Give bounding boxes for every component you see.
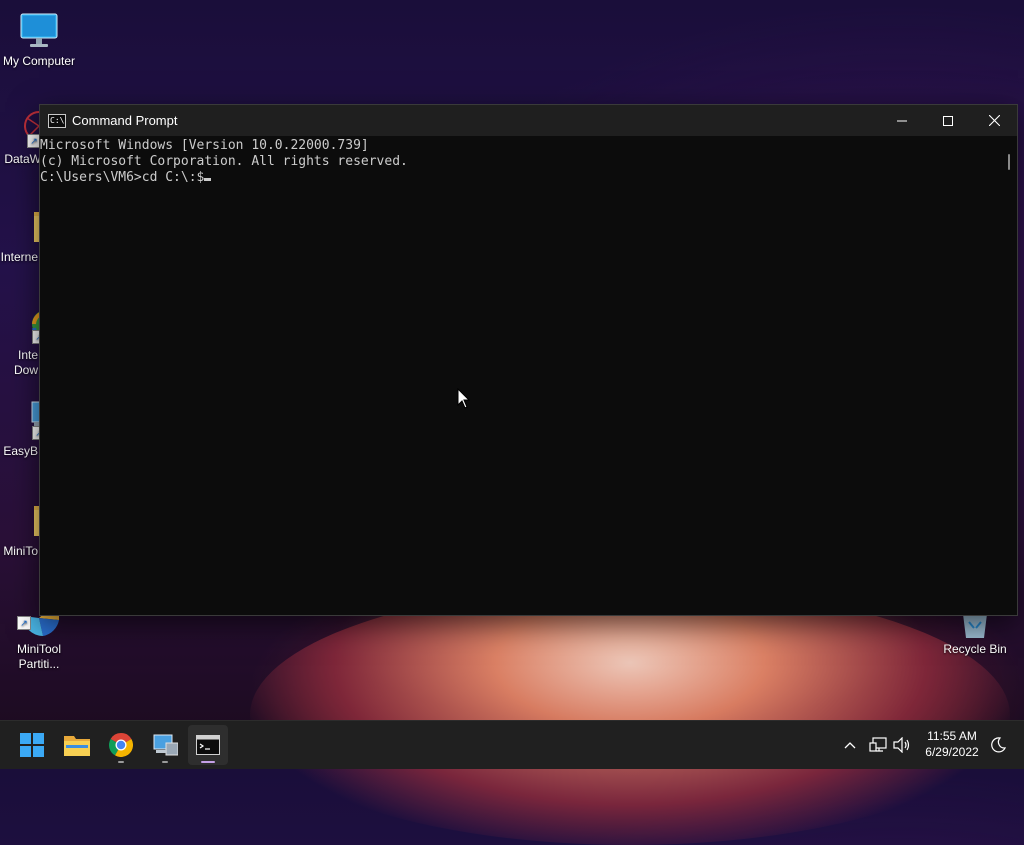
windows-logo-icon bbox=[20, 733, 44, 757]
close-button[interactable] bbox=[971, 105, 1017, 136]
taskbar: 11:55 AM 6/29/2022 bbox=[0, 720, 1024, 769]
console-prompt-line: C:\Users\VM6>cd C:\:$ bbox=[40, 170, 1001, 186]
folder-icon bbox=[64, 736, 90, 756]
clock-time: 11:55 AM bbox=[927, 729, 977, 743]
shortcut-arrow-icon: ↗ bbox=[17, 616, 31, 630]
clock-date: 6/29/2022 bbox=[925, 745, 979, 759]
wallpaper-glow bbox=[250, 585, 1010, 845]
text-caret bbox=[204, 178, 212, 181]
scrollbar-thumb[interactable] bbox=[1008, 154, 1010, 170]
taskbar-command-prompt[interactable] bbox=[188, 725, 228, 765]
chevron-up-icon bbox=[844, 742, 856, 749]
minimize-button[interactable] bbox=[879, 105, 925, 136]
console-line: C:\Users\VM6>cd C:\:$ bbox=[40, 170, 205, 185]
active-indicator bbox=[201, 761, 215, 763]
terminal-icon bbox=[196, 735, 220, 755]
close-icon bbox=[988, 115, 1000, 126]
network-button[interactable] bbox=[866, 721, 890, 769]
speaker-icon bbox=[893, 737, 910, 753]
taskbar-file-explorer[interactable] bbox=[57, 725, 97, 765]
maximize-button[interactable] bbox=[925, 105, 971, 136]
moon-icon bbox=[991, 737, 1006, 753]
cmd-app-icon: C:\ bbox=[48, 113, 66, 128]
console-output[interactable]: Microsoft Windows [Version 10.0.22000.73… bbox=[40, 136, 1001, 615]
taskbar-easybcd[interactable] bbox=[145, 725, 185, 765]
network-icon bbox=[869, 737, 887, 752]
desktop-icon-my-computer[interactable]: My Computer bbox=[1, 10, 77, 68]
desktop-icon-label: My Computer bbox=[2, 54, 76, 68]
desktop-icon-label: Recycle Bin bbox=[943, 642, 1007, 656]
maximize-icon bbox=[943, 115, 953, 126]
mouse-pointer-icon bbox=[457, 388, 471, 409]
console-line: Microsoft Windows [Version 10.0.22000.73… bbox=[40, 138, 369, 153]
command-prompt-window[interactable]: C:\ Command Prompt Microsoft Windows [Ve… bbox=[39, 104, 1018, 616]
running-indicator bbox=[118, 761, 124, 763]
computer-icon bbox=[153, 734, 178, 756]
minimize-icon bbox=[897, 120, 907, 121]
system-clock[interactable]: 11:55 AM 6/29/2022 bbox=[916, 728, 988, 760]
monitor-icon bbox=[19, 10, 59, 50]
window-title: Command Prompt bbox=[72, 113, 178, 128]
show-hidden-icons-button[interactable] bbox=[840, 721, 860, 769]
volume-button[interactable] bbox=[891, 721, 913, 769]
start-button[interactable] bbox=[12, 725, 52, 765]
window-titlebar[interactable]: C:\ Command Prompt bbox=[40, 105, 1017, 136]
taskbar-chrome[interactable] bbox=[101, 725, 141, 765]
console-line: (c) Microsoft Corporation. All rights re… bbox=[40, 154, 408, 169]
running-indicator bbox=[162, 761, 168, 763]
chrome-icon bbox=[109, 733, 133, 757]
focus-assist-button[interactable] bbox=[988, 721, 1008, 769]
desktop-icon-label: MiniTool Partiti... bbox=[16, 642, 61, 671]
vertical-scrollbar[interactable] bbox=[1001, 136, 1017, 615]
